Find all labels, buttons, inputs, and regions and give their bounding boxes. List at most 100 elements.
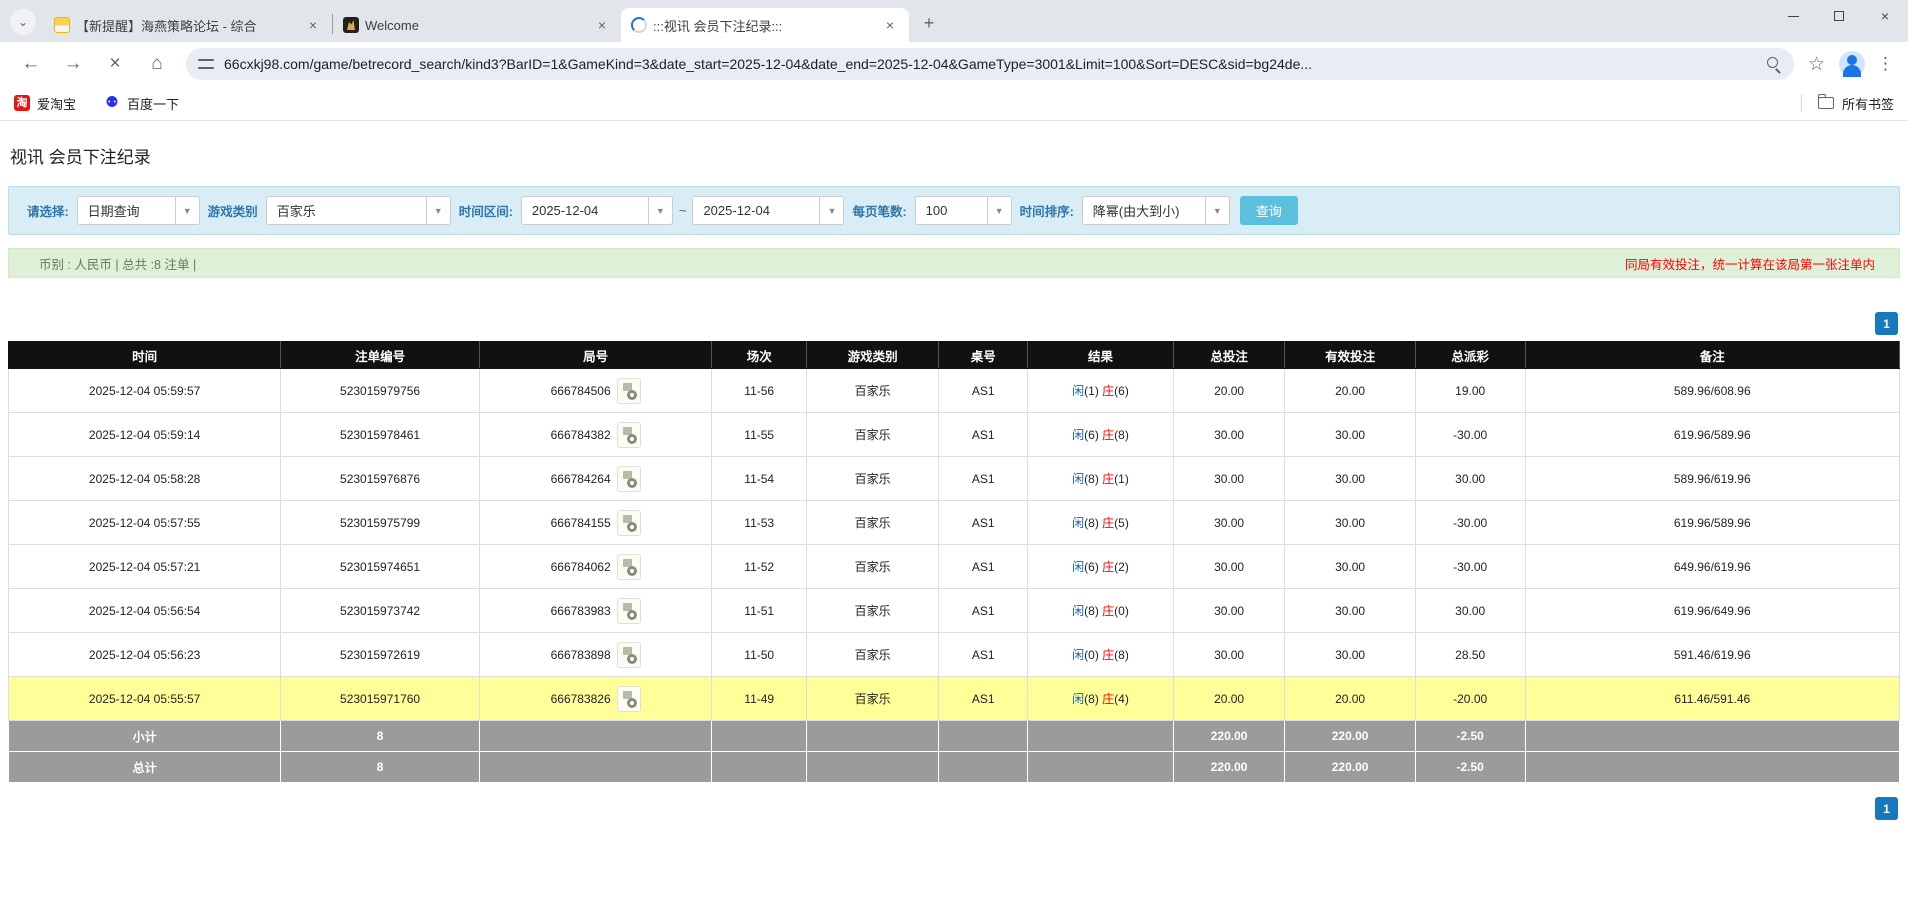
column-header: 局号 [478, 341, 713, 369]
date-start-input[interactable]: 2025-12-04 ▼ [520, 196, 673, 225]
back-icon[interactable]: ← [14, 47, 48, 81]
tab-bet-record-active[interactable]: :::视讯 会员下注纪录::: × [621, 8, 909, 42]
chevron-down-icon[interactable]: ▼ [174, 197, 199, 224]
cell-result: 闲(6) 庄(8) [1027, 412, 1174, 457]
profile-avatar[interactable] [1839, 51, 1865, 77]
tab-close-icon[interactable]: × [881, 16, 899, 34]
cell-remark: 611.46/591.46 [1524, 676, 1900, 721]
replay-video-icon[interactable] [616, 685, 641, 712]
replay-video-icon[interactable] [616, 553, 641, 580]
cell-payout: 30.00 [1414, 456, 1526, 501]
select-mode-label: 请选择: [27, 205, 69, 219]
window-controls: × [1770, 0, 1908, 32]
column-header: 场次 [711, 341, 807, 369]
stop-loading-icon[interactable]: × [98, 47, 132, 81]
bet-row: 2025-12-04 05:58:28 523015976876 666784264… [7, 456, 1900, 501]
cell-valid-bet: 30.00 [1284, 456, 1416, 501]
tab-forum[interactable]: 【新提醒】海燕策略论坛 - 综合 × [44, 8, 332, 42]
zoom-icon[interactable] [1766, 56, 1782, 72]
cell-result: 闲(1) 庄(6) [1027, 368, 1174, 413]
cell-bet-id: 523015979756 [280, 368, 480, 413]
minimize-button[interactable] [1770, 0, 1816, 32]
search-button[interactable]: 查询 [1239, 196, 1298, 225]
cell-total-bet: 30.00 [1172, 500, 1286, 545]
bet-row: 2025-12-04 05:56:23 523015972619 666783898… [7, 632, 1900, 677]
cell-payout: 19.00 [1414, 368, 1526, 413]
date-end-input[interactable]: 2025-12-04 ▼ [692, 196, 845, 225]
forward-icon[interactable]: → [56, 47, 90, 81]
replay-video-icon[interactable] [616, 421, 641, 448]
page-number-button[interactable]: 1 [1875, 312, 1898, 335]
summary-count: 8 [280, 751, 480, 783]
pagination-top: 1 [8, 312, 1898, 335]
bet-row: 2025-12-04 05:57:21 523015974651 666784062… [7, 544, 1900, 589]
filter-panel: 请选择: 日期查询 ▼ 游戏类别 百家乐 ▼ 时间区间: 2025-12-04 … [8, 186, 1900, 235]
sort-select[interactable]: 降幂(由大到小) ▼ [1081, 196, 1230, 225]
page-content: 视讯 会员下注纪录 请选择: 日期查询 ▼ 游戏类别 百家乐 ▼ 时间区间: 2… [0, 143, 1908, 820]
url-text[interactable]: 66cxkj98.com/game/betrecord_search/kind3… [224, 56, 1758, 72]
cell-game-type: 百家乐 [805, 632, 940, 677]
page-title: 视讯 会员下注纪录 [10, 148, 151, 167]
tab-close-icon[interactable]: × [304, 16, 322, 34]
per-page-select[interactable]: 100 ▼ [914, 196, 1012, 225]
round-number: 666784506 [550, 383, 611, 398]
query-mode-select[interactable]: 日期查询 ▼ [76, 196, 200, 225]
pagination-bottom: 1 [8, 797, 1898, 820]
game-type-select[interactable]: 百家乐 ▼ [265, 196, 451, 225]
home-icon[interactable]: ⌂ [140, 47, 174, 81]
chevron-down-icon[interactable]: ▼ [647, 197, 672, 224]
chevron-down-icon[interactable]: ▼ [819, 197, 843, 224]
tab-close-icon[interactable]: × [593, 16, 611, 34]
summary-empty-cell [1027, 720, 1174, 752]
bookmark-baidu[interactable]: ⚉ 百度一下 [104, 94, 179, 113]
bookmark-aitaobao[interactable]: 淘 爱淘宝 [14, 94, 76, 113]
cell-game-type: 百家乐 [805, 412, 940, 457]
new-tab-button[interactable]: + [915, 9, 943, 37]
bet-row: 2025-12-04 05:59:57 523015979756 666784506… [7, 368, 1900, 413]
summary-count: 8 [280, 720, 480, 752]
replay-video-icon[interactable] [616, 509, 641, 536]
cell-table-no: AS1 [938, 412, 1029, 457]
address-bar[interactable]: 66cxkj98.com/game/betrecord_search/kind3… [186, 48, 1794, 80]
cell-session: 11-51 [711, 588, 807, 633]
cell-remark: 619.96/589.96 [1524, 500, 1900, 545]
chevron-down-icon[interactable]: ▼ [1204, 197, 1229, 224]
chevron-down-icon[interactable]: ▼ [425, 197, 450, 224]
result-banker-label: 庄 [1102, 604, 1115, 618]
cell-payout: 30.00 [1414, 588, 1526, 633]
cell-session: 11-54 [711, 456, 807, 501]
cell-valid-bet: 30.00 [1284, 544, 1416, 589]
cell-table-no: AS1 [938, 368, 1029, 413]
cell-payout: -30.00 [1414, 412, 1526, 457]
summary-empty-cell [1027, 751, 1174, 783]
column-header: 桌号 [938, 341, 1029, 369]
result-banker-label: 庄 [1102, 384, 1115, 398]
maximize-button[interactable] [1816, 0, 1862, 32]
column-header: 注单编号 [280, 341, 480, 369]
chevron-down-icon[interactable]: ▼ [986, 197, 1011, 224]
cell-bet-id: 523015976876 [280, 456, 480, 501]
site-info-icon[interactable] [198, 58, 214, 70]
subtotal-row: 小计 8 220.00 220.00 -2.50 [7, 720, 1900, 752]
replay-video-icon[interactable] [616, 597, 641, 624]
result-player-label: 闲 [1072, 604, 1085, 618]
tab-welcome[interactable]: Welcome × [333, 8, 621, 42]
cell-remark: 589.96/619.96 [1524, 456, 1900, 501]
cell-session: 11-50 [711, 632, 807, 677]
divider [1800, 94, 1802, 112]
replay-video-icon[interactable] [616, 641, 641, 668]
menu-dots-icon[interactable]: ⋮ [1877, 54, 1894, 74]
all-bookmarks-button[interactable]: 所有书签 [1800, 94, 1894, 113]
cell-valid-bet: 30.00 [1284, 412, 1416, 457]
tab-search-button[interactable]: ⌄ [10, 9, 36, 35]
replay-video-icon[interactable] [616, 377, 641, 404]
cell-time: 2025-12-04 05:57:21 [7, 544, 282, 589]
cell-round: 666784062 [478, 544, 713, 589]
close-window-button[interactable]: × [1862, 0, 1908, 32]
result-player-label: 闲 [1072, 516, 1085, 530]
summary-empty-cell [711, 751, 807, 783]
bookmark-star-icon[interactable]: ☆ [1808, 53, 1825, 76]
page-number-button[interactable]: 1 [1875, 797, 1898, 820]
replay-video-icon[interactable] [616, 465, 641, 492]
column-header: 总派彩 [1414, 341, 1526, 369]
